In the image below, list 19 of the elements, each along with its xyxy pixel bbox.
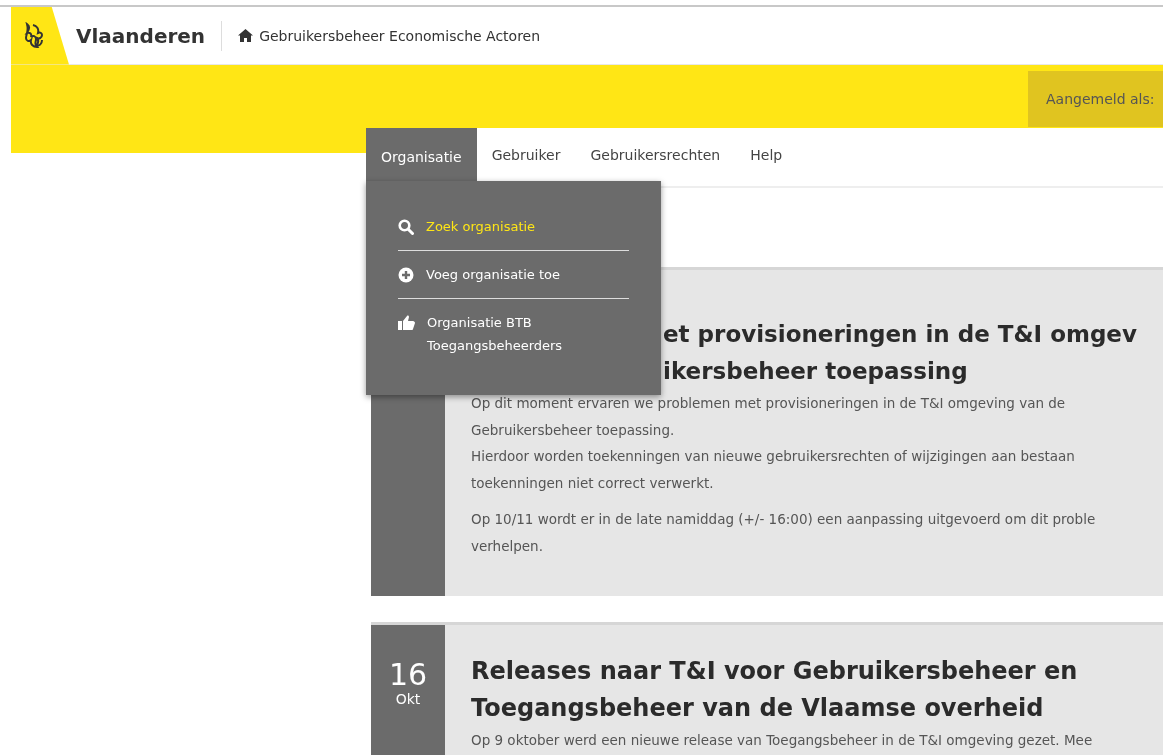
date-month: Okt	[395, 691, 421, 707]
logged-in-label: Aangemeld als:	[1028, 71, 1163, 127]
news-title: Releases naar T&I voor Gebruikersbeheer en	[471, 656, 1079, 687]
menu-item[interactable]: Zoek organisatie	[398, 203, 629, 250]
date-day: 16	[388, 659, 428, 691]
site-logo-text[interactable]: Vlaanderen	[76, 20, 223, 51]
news-paragraph: Op 9 oktober werd een nieuwe release van Toegangsbeheer in de T&I omgeving gezet. Mee	[471, 731, 1094, 750]
breadcrumb-link[interactable]: Gebruikersbeheer Economische Actoren	[259, 27, 541, 44]
news-title: Toegangsbeheer van de Vlaamse overheid	[471, 693, 1045, 724]
menu-item[interactable]: Voeg organisatie toe	[398, 251, 629, 298]
thumbs-up-icon	[398, 315, 415, 330]
search-icon	[398, 219, 414, 235]
home-icon	[238, 29, 254, 42]
plus-circle-icon	[398, 267, 414, 283]
news-paragraph: Op dit moment ervaren we problemen met provisioneringen in de T&I omgeving van de Gebruikersbeheer toepassing. Hierdoor worden toekenningen van nieuwe gebruikersrechten of wijzigingen aan bestaan toekenningen niet correct verwerkt.	[471, 394, 1076, 493]
news-title: ikersbeheer toepassing	[663, 357, 969, 386]
news-title: et provisioneringen in de T&I omgev	[663, 320, 1138, 349]
menu-item[interactable]: Organisatie BTB Toegangsbeheerders	[398, 299, 629, 369]
news-paragraph: Op 10/11 wordt er in de late namiddag (+/- 16:00) een aanpassing uitgevoerd om dit proble verhelpen.	[471, 510, 1097, 556]
